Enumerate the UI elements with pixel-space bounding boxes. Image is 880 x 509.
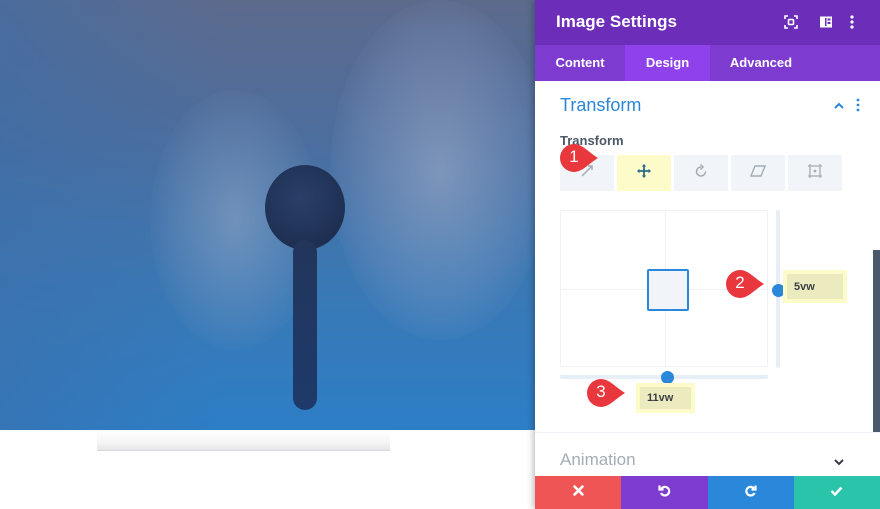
save-button[interactable]: [793, 476, 880, 509]
panel-header: Image Settings: [535, 0, 880, 45]
tab-design[interactable]: Design: [625, 45, 710, 81]
translate-x-value: 11vw: [647, 392, 674, 404]
split-view-icon[interactable]: [818, 14, 834, 30]
hero-image[interactable]: [0, 0, 535, 430]
translate-y-input[interactable]: 5vw: [783, 270, 847, 303]
skew-icon: [749, 163, 767, 184]
translate-y-value: 5vw: [794, 280, 815, 293]
image-occluder: [265, 165, 345, 250]
annotation-badge-2: 2: [726, 269, 764, 299]
close-icon: [572, 484, 585, 502]
expand-icon[interactable]: [783, 14, 799, 30]
panel-footer: [535, 476, 880, 509]
undo-icon: [658, 484, 671, 502]
annotation-number: 1: [569, 147, 579, 166]
panel-scrollbar[interactable]: [873, 250, 880, 432]
section-title-animation[interactable]: Animation: [560, 450, 636, 470]
transform-tab-skew[interactable]: [731, 155, 785, 191]
transform-tabs: [560, 155, 842, 191]
panel-tabs: Content Design Advanced: [535, 45, 880, 81]
section-more-icon[interactable]: [855, 98, 861, 112]
redo-button[interactable]: [707, 476, 794, 509]
module-shadow: [97, 430, 390, 451]
settings-panel: Image Settings Content Design Advanced T…: [535, 0, 880, 509]
more-vert-icon[interactable]: [848, 14, 856, 30]
page-canvas: [0, 0, 535, 509]
annotation-number: 3: [596, 382, 606, 401]
translate-preview-box: [647, 269, 689, 311]
rotate-icon: [693, 163, 709, 184]
annotation-badge-1: 1: [560, 143, 598, 173]
panel-title: Image Settings: [556, 12, 677, 31]
translate-x-input[interactable]: 11vw: [636, 383, 695, 413]
tab-content[interactable]: Content: [535, 45, 625, 81]
check-icon: [830, 484, 843, 502]
section-title-transform[interactable]: Transform: [560, 95, 641, 116]
image-face-right: [330, 0, 535, 340]
chevron-up-icon[interactable]: [833, 99, 845, 111]
transform-tab-translate[interactable]: [617, 155, 671, 191]
undo-button[interactable]: [621, 476, 708, 509]
annotation-number: 2: [735, 273, 745, 292]
transform-tab-origin[interactable]: [788, 155, 842, 191]
annotation-badge-3: 3: [587, 378, 625, 408]
section-divider: [535, 432, 880, 433]
origin-icon: [807, 163, 823, 184]
image-occluder-handle: [293, 240, 317, 410]
transform-tab-rotate[interactable]: [674, 155, 728, 191]
move-icon: [636, 163, 652, 184]
chevron-down-icon[interactable]: [833, 455, 845, 467]
discard-button[interactable]: [535, 476, 622, 509]
tab-advanced[interactable]: Advanced: [710, 45, 812, 81]
redo-icon: [744, 484, 757, 502]
